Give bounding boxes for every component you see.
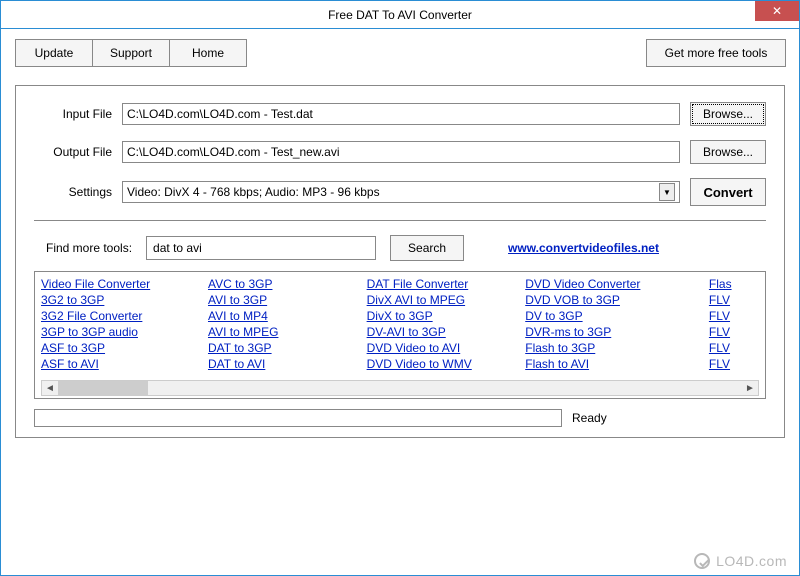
tool-link[interactable]: 3GP to 3GP audio	[41, 324, 208, 340]
site-link[interactable]: www.convertvideofiles.net	[508, 241, 659, 255]
scroll-left-icon[interactable]: ◄	[42, 381, 58, 395]
tool-link[interactable]: AVI to 3GP	[208, 292, 367, 308]
convert-button[interactable]: Convert	[690, 178, 766, 206]
content-area: Update Support Home Get more free tools …	[1, 29, 799, 448]
tools-col-3: DVD Video Converter DVD VOB to 3GP DV to…	[525, 276, 709, 372]
settings-label: Settings	[34, 185, 112, 199]
find-tools-label: Find more tools:	[46, 241, 132, 255]
tool-link[interactable]: FLV	[709, 308, 759, 324]
tool-link[interactable]: DVD Video Converter	[525, 276, 709, 292]
support-button[interactable]: Support	[92, 39, 170, 67]
settings-row: Settings Video: DivX 4 - 768 kbps; Audio…	[34, 178, 766, 206]
status-row: Ready	[34, 409, 766, 427]
chevron-down-icon[interactable]: ▼	[659, 183, 675, 201]
tool-link[interactable]: FLV	[709, 292, 759, 308]
close-button[interactable]: ✕	[755, 1, 799, 21]
tools-columns: Video File Converter 3G2 to 3GP 3G2 File…	[41, 276, 759, 372]
tool-link[interactable]: DV-AVI to 3GP	[367, 324, 526, 340]
tool-link[interactable]: Video File Converter	[41, 276, 208, 292]
window-title: Free DAT To AVI Converter	[1, 8, 799, 22]
horizontal-scrollbar[interactable]: ◄ ►	[41, 380, 759, 396]
tool-link[interactable]: AVC to 3GP	[208, 276, 367, 292]
scroll-track[interactable]	[58, 381, 742, 395]
tool-link[interactable]: DivX to 3GP	[367, 308, 526, 324]
tools-col-1: AVC to 3GP AVI to 3GP AVI to MP4 AVI to …	[208, 276, 367, 372]
tool-link[interactable]: ASF to AVI	[41, 356, 208, 372]
find-tools-input[interactable]	[146, 236, 376, 260]
check-circle-icon	[694, 553, 710, 569]
output-browse-button[interactable]: Browse...	[690, 140, 766, 164]
find-tools-row: Find more tools: Search www.convertvideo…	[34, 235, 766, 261]
progress-bar	[34, 409, 562, 427]
divider	[34, 220, 766, 221]
toolbar: Update Support Home Get more free tools	[15, 39, 785, 67]
tool-link[interactable]: Flas	[709, 276, 759, 292]
output-file-label: Output File	[34, 145, 112, 159]
watermark-text: LO4D.com	[716, 553, 787, 569]
input-browse-button[interactable]: Browse...	[690, 102, 766, 126]
tools-col-0: Video File Converter 3G2 to 3GP 3G2 File…	[41, 276, 208, 372]
settings-value: Video: DivX 4 - 768 kbps; Audio: MP3 - 9…	[127, 185, 659, 199]
tool-link[interactable]: DAT to AVI	[208, 356, 367, 372]
tool-link[interactable]: DVD VOB to 3GP	[525, 292, 709, 308]
tool-link[interactable]: Flash to AVI	[525, 356, 709, 372]
output-file-field[interactable]	[122, 141, 680, 163]
close-icon: ✕	[772, 4, 782, 18]
output-file-row: Output File Browse...	[34, 140, 766, 164]
toolbar-spacer	[246, 39, 646, 67]
app-window: Free DAT To AVI Converter ✕ Update Suppo…	[0, 0, 800, 576]
watermark: LO4D.com	[694, 553, 787, 569]
status-text: Ready	[572, 411, 607, 425]
tool-link[interactable]: FLV	[709, 356, 759, 372]
tools-list: Video File Converter 3G2 to 3GP 3G2 File…	[34, 271, 766, 399]
tool-link[interactable]: DAT to 3GP	[208, 340, 367, 356]
tool-link[interactable]: DAT File Converter	[367, 276, 526, 292]
tool-link[interactable]: ASF to 3GP	[41, 340, 208, 356]
tool-link[interactable]: AVI to MPEG	[208, 324, 367, 340]
tools-col-4: Flas FLV FLV FLV FLV FLV	[709, 276, 759, 372]
scroll-thumb[interactable]	[58, 381, 148, 395]
input-file-row: Input File Browse...	[34, 102, 766, 126]
settings-select[interactable]: Video: DivX 4 - 768 kbps; Audio: MP3 - 9…	[122, 181, 680, 203]
search-button[interactable]: Search	[390, 235, 464, 261]
tool-link[interactable]: DV to 3GP	[525, 308, 709, 324]
tool-link[interactable]: FLV	[709, 324, 759, 340]
tool-link[interactable]: DVR-ms to 3GP	[525, 324, 709, 340]
tool-link[interactable]: DVD Video to WMV	[367, 356, 526, 372]
input-file-field[interactable]	[122, 103, 680, 125]
main-panel: Input File Browse... Output File Browse.…	[15, 85, 785, 438]
home-button[interactable]: Home	[169, 39, 247, 67]
update-button[interactable]: Update	[15, 39, 93, 67]
titlebar: Free DAT To AVI Converter ✕	[1, 1, 799, 29]
tools-col-2: DAT File Converter DivX AVI to MPEG DivX…	[367, 276, 526, 372]
tool-link[interactable]: DVD Video to AVI	[367, 340, 526, 356]
tool-link[interactable]: AVI to MP4	[208, 308, 367, 324]
tool-link[interactable]: 3G2 to 3GP	[41, 292, 208, 308]
get-more-tools-button[interactable]: Get more free tools	[646, 39, 786, 67]
input-file-label: Input File	[34, 107, 112, 121]
tool-link[interactable]: Flash to 3GP	[525, 340, 709, 356]
tool-link[interactable]: DivX AVI to MPEG	[367, 292, 526, 308]
tool-link[interactable]: 3G2 File Converter	[41, 308, 208, 324]
tool-link[interactable]: FLV	[709, 340, 759, 356]
scroll-right-icon[interactable]: ►	[742, 381, 758, 395]
